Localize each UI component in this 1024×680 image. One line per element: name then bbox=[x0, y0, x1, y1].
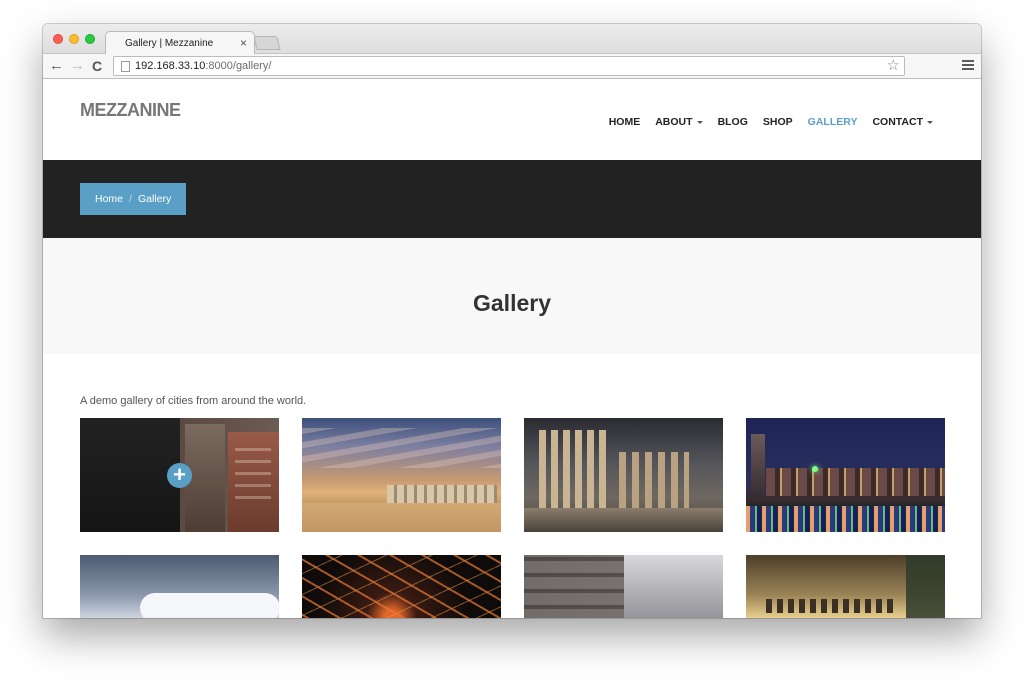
new-tab-button[interactable] bbox=[253, 36, 281, 50]
reload-icon[interactable]: C bbox=[92, 56, 102, 76]
gallery-description: A demo gallery of cities from around the… bbox=[80, 395, 307, 407]
main-menu: HOME ABOUT BLOG SHOP GALLERY CONTACT bbox=[594, 116, 933, 128]
minimize-window-button[interactable] bbox=[69, 34, 79, 44]
gallery-thumbnail[interactable] bbox=[302, 418, 501, 532]
gallery-thumbnail[interactable] bbox=[524, 418, 723, 532]
page-title: Gallery bbox=[473, 290, 551, 316]
gallery-thumbnail[interactable] bbox=[302, 555, 501, 618]
close-window-button[interactable] bbox=[53, 34, 63, 44]
caret-down-icon bbox=[696, 120, 703, 124]
breadcrumb-home-link[interactable]: Home bbox=[95, 193, 123, 205]
caret-down-icon bbox=[927, 120, 933, 124]
nav-label: ABOUT bbox=[655, 116, 693, 128]
url-path: :8000/gallery/ bbox=[205, 60, 272, 72]
title-band: Gallery bbox=[43, 238, 981, 354]
gallery-grid: + bbox=[80, 418, 945, 618]
nav-label: GALLERY bbox=[807, 116, 858, 128]
browser-toolbar: ← → C 192.168.33.10:8000/gallery/ ☆ bbox=[43, 54, 981, 79]
web-page: MEZZANINE HOME ABOUT BLOG SHOP GALLERY C… bbox=[43, 80, 981, 618]
gallery-thumbnail[interactable] bbox=[524, 555, 723, 618]
url-host: 192.168.33.10 bbox=[135, 60, 206, 72]
site-navbar: MEZZANINE HOME ABOUT BLOG SHOP GALLERY C… bbox=[43, 80, 981, 160]
gallery-thumbnail[interactable] bbox=[80, 555, 279, 618]
site-brand[interactable]: MEZZANINE bbox=[80, 100, 181, 121]
breadcrumb: Home / Gallery bbox=[80, 183, 186, 215]
gallery-thumbnail[interactable]: + bbox=[80, 418, 279, 532]
breadcrumb-bar: Home / Gallery bbox=[43, 160, 981, 238]
nav-item-about[interactable]: ABOUT bbox=[655, 116, 703, 128]
zoom-plus-icon[interactable]: + bbox=[167, 463, 192, 488]
gallery-thumbnail[interactable] bbox=[746, 555, 945, 618]
zoom-window-button[interactable] bbox=[85, 34, 95, 44]
forward-arrow-icon[interactable]: → bbox=[70, 56, 85, 76]
page-icon bbox=[121, 61, 130, 72]
nav-label: CONTACT bbox=[872, 116, 923, 128]
nav-item-home[interactable]: HOME bbox=[609, 116, 641, 128]
url-text[interactable]: 192.168.33.10:8000/gallery/ bbox=[135, 60, 271, 72]
title-bar: Gallery | Mezzanine × bbox=[43, 24, 981, 55]
browser-menu-icon[interactable] bbox=[962, 60, 974, 70]
gallery-thumbnail[interactable] bbox=[746, 418, 945, 532]
nav-item-gallery[interactable]: GALLERY bbox=[808, 116, 858, 128]
nav-label: HOME bbox=[608, 116, 641, 128]
tab-title: Gallery | Mezzanine bbox=[125, 38, 214, 49]
breadcrumb-separator: / bbox=[129, 193, 132, 205]
browser-window: Gallery | Mezzanine × ← → C 192.168.33.1… bbox=[43, 24, 981, 618]
address-bar[interactable]: 192.168.33.10:8000/gallery/ ☆ bbox=[113, 56, 905, 76]
back-arrow-icon[interactable]: ← bbox=[49, 56, 64, 76]
nav-item-shop[interactable]: SHOP bbox=[763, 116, 793, 128]
nav-label: BLOG bbox=[717, 116, 748, 128]
nav-label: SHOP bbox=[762, 116, 793, 128]
tab-close-icon[interactable]: × bbox=[240, 36, 247, 50]
nav-item-blog[interactable]: BLOG bbox=[718, 116, 748, 128]
nav-item-contact[interactable]: CONTACT bbox=[872, 116, 933, 128]
browser-tab[interactable]: Gallery | Mezzanine × bbox=[105, 31, 255, 55]
bookmark-star-icon[interactable]: ☆ bbox=[887, 57, 900, 75]
breadcrumb-current: Gallery bbox=[137, 193, 172, 205]
